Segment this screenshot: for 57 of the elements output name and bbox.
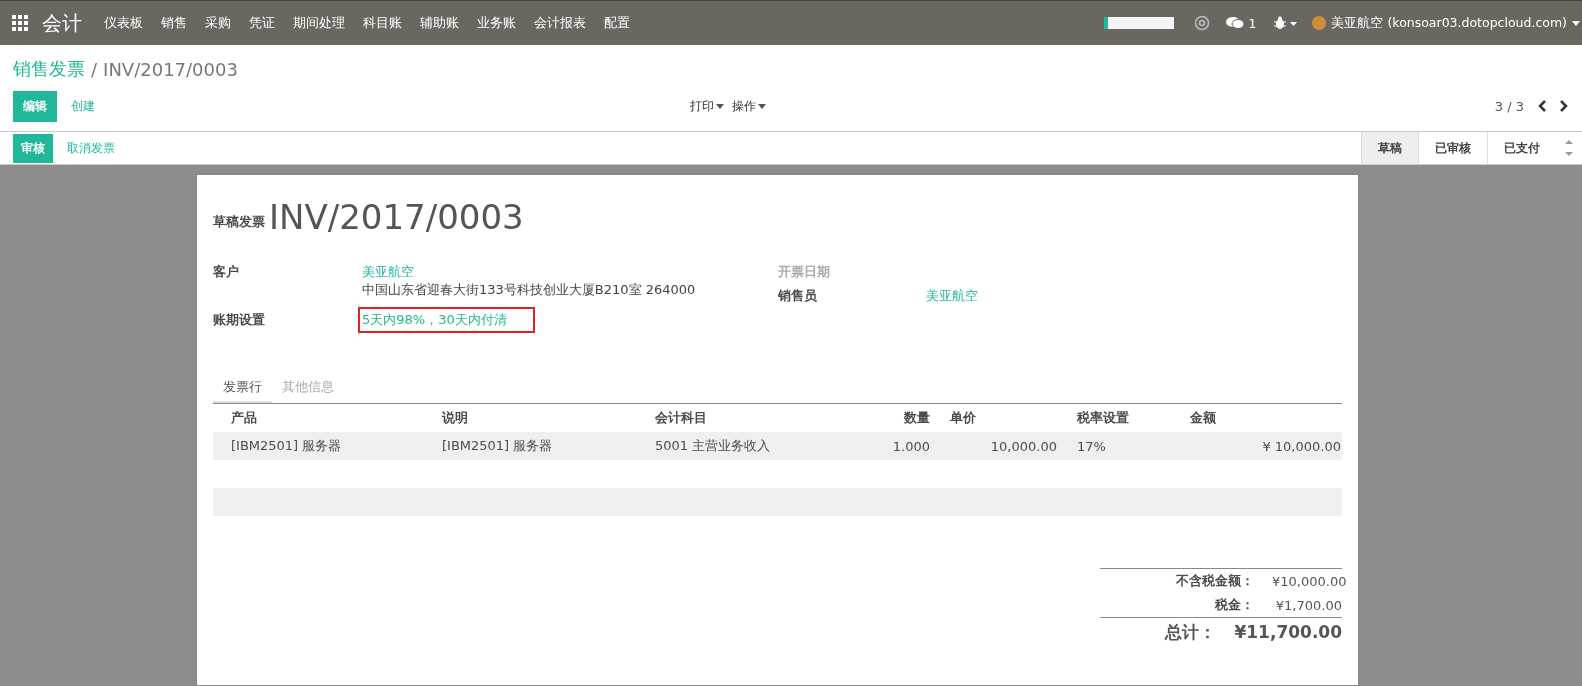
menu-item[interactable]: 辅助账	[420, 14, 459, 32]
messages-button[interactable]: 1	[1226, 15, 1257, 31]
field-label: 账期设置	[213, 311, 266, 329]
menu-item[interactable]: 期间处理	[293, 14, 345, 32]
tab[interactable]: 发票行	[213, 373, 272, 403]
column-header: 说明	[440, 409, 469, 427]
menu-item[interactable]: 凭证	[249, 14, 275, 32]
total-label: 不含税金额：	[1176, 572, 1254, 590]
column-header: 单价	[949, 409, 977, 427]
table-row[interactable]: [IBM2501] 服务器 [IBM2501] 服务器 5001 主营业务收入 1.000 10,000.00 17% ¥ 10,000.00	[213, 432, 1342, 460]
menu-item[interactable]: 采购	[205, 14, 231, 32]
caret-icon	[716, 103, 724, 109]
field-label: 客户	[213, 263, 240, 281]
menu-item[interactable]: 业务账	[477, 14, 516, 32]
table-cell-text: 1.000	[891, 438, 931, 454]
column-header: 金额	[1189, 409, 1217, 427]
table-cell-text: [IBM2501] 服务器	[441, 437, 554, 455]
caret-icon	[1572, 20, 1580, 26]
status-label: 草稿发票	[213, 213, 265, 231]
previous-icon[interactable]	[1538, 100, 1546, 112]
menu-item[interactable]: 销售	[161, 14, 187, 32]
action-dropdown[interactable]: 操作	[732, 97, 766, 115]
apps-grid-icon[interactable]	[12, 15, 28, 31]
table-cell-text: 10,000.00	[989, 438, 1058, 454]
print-dropdown[interactable]: 打印	[690, 97, 724, 115]
column-header: 产品	[230, 409, 258, 427]
breadcrumb-current: INV/2017/0003	[103, 58, 238, 80]
table-cell-text: [IBM2501] 服务器	[230, 437, 343, 455]
bug-icon[interactable]	[1274, 16, 1299, 30]
field-label: 销售员	[778, 287, 818, 305]
table-cell-text: 5001 主营业务收入	[654, 437, 772, 455]
breadcrumb-separator: /	[91, 58, 98, 80]
scroll-arrows-icon[interactable]	[1564, 137, 1574, 159]
status-stage[interactable]: 草稿	[1361, 132, 1418, 164]
field-label: 开票日期	[778, 263, 831, 279]
total-label: 总计：	[1165, 620, 1217, 644]
invoice-number: INV/2017/0003	[269, 197, 524, 237]
menu-item[interactable]: 会计报表	[534, 14, 586, 32]
table-cell-text: ¥ 10,000.00	[1261, 438, 1342, 454]
user-menu[interactable]: 美亚航空 (konsoar03.dotopcloud.com)	[1312, 14, 1580, 32]
address-text: 中国山东省迎春大街133号科技创业大厦B210室 264000	[362, 281, 696, 299]
total-value: ¥1,700.00	[1274, 597, 1342, 613]
pager-count: 3 / 3	[1494, 98, 1524, 114]
column-header: 数量	[903, 409, 931, 427]
table-cell-text: 17%	[1076, 438, 1107, 454]
menu-item[interactable]: 仪表板	[104, 14, 143, 32]
app-title: 会计	[42, 9, 82, 37]
next-icon[interactable]	[1560, 100, 1568, 112]
mention-icon[interactable]	[1194, 15, 1211, 31]
total-value: ¥11,700.00	[1234, 622, 1342, 642]
menu-item[interactable]: 科目账	[363, 14, 402, 32]
column-header: 会计科目	[654, 409, 708, 427]
menu-item[interactable]: 配置	[604, 14, 630, 32]
total-label: 税金：	[1215, 596, 1254, 614]
column-header: 税率设置	[1076, 409, 1130, 427]
progress-field	[1104, 17, 1175, 29]
caret-icon	[758, 103, 766, 109]
